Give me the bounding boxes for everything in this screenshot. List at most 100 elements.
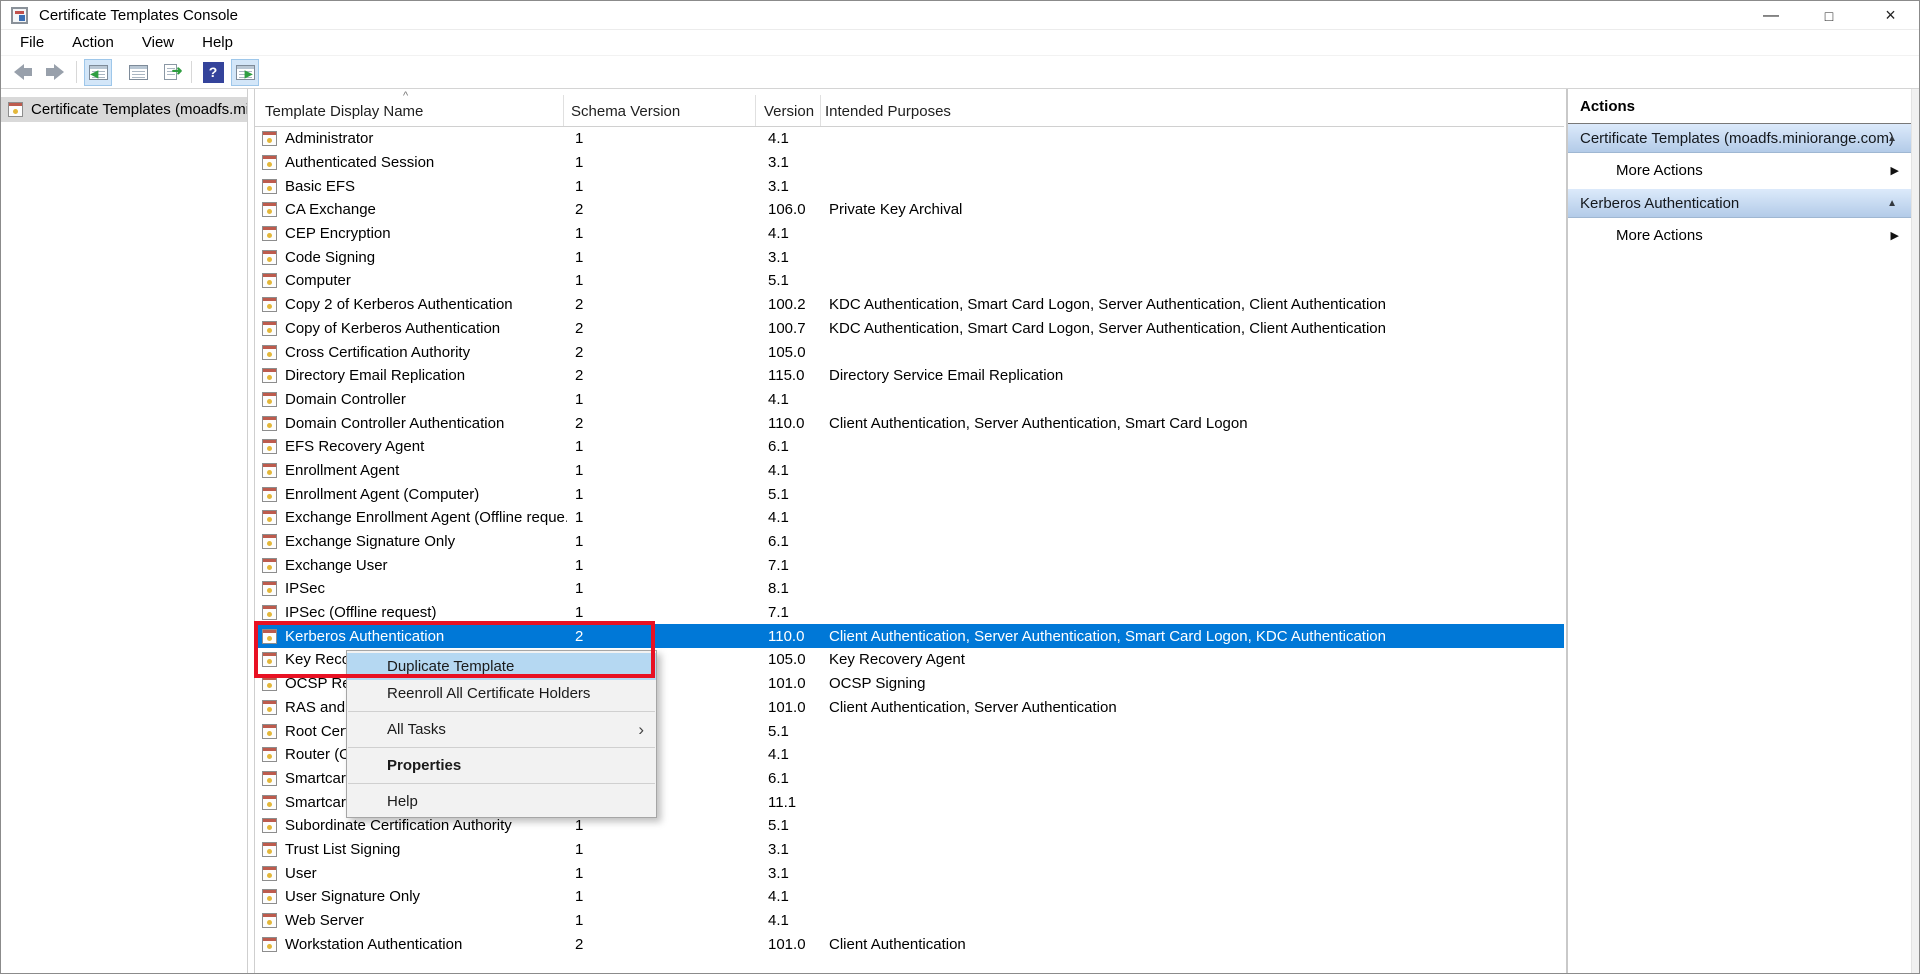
- actions-pane: Actions Certificate Templates (moadfs.mi…: [1566, 89, 1919, 973]
- row-version: 3.1: [763, 841, 826, 858]
- back-icon[interactable]: [9, 59, 37, 86]
- certificate-template-icon: [262, 392, 277, 407]
- maximize-button[interactable]: □: [1803, 1, 1855, 30]
- show-hide-action-pane-icon[interactable]: ▶: [231, 59, 259, 86]
- column-header-intended-purposes[interactable]: Intended Purposes: [825, 103, 951, 120]
- collapse-icon[interactable]: ▲: [1887, 124, 1897, 153]
- collapse-icon[interactable]: ▲: [1887, 189, 1897, 218]
- certificate-template-icon: [262, 866, 277, 881]
- certificate-template-icon: [262, 416, 277, 431]
- certificate-template-icon: [262, 179, 277, 194]
- close-button[interactable]: ×: [1861, 1, 1920, 30]
- actions-scrollbar[interactable]: [1911, 89, 1919, 973]
- certificate-template-icon: [262, 250, 277, 265]
- table-row[interactable]: Web Server14.1: [255, 909, 1564, 933]
- certificate-template-icon: [262, 368, 277, 383]
- tree-item-certificate-templates[interactable]: Certificate Templates (moadfs.mi: [1, 97, 247, 122]
- certificate-template-icon: [262, 629, 277, 644]
- row-template-name: CEP Encryption: [285, 225, 567, 242]
- properties-icon[interactable]: [124, 59, 152, 86]
- menu-separator: [348, 747, 655, 748]
- certificate-template-icon: [262, 487, 277, 502]
- column-header-schema-version[interactable]: Schema Version: [571, 103, 680, 120]
- menu-item-all-tasks[interactable]: All Tasks›: [347, 716, 656, 743]
- row-version: 4.1: [763, 912, 826, 929]
- table-row[interactable]: User Signature Only14.1: [255, 885, 1564, 909]
- row-version: 4.1: [763, 391, 826, 408]
- menu-view[interactable]: View: [128, 30, 188, 56]
- export-list-icon[interactable]: ➜: [156, 59, 184, 86]
- table-row[interactable]: Administrator14.1: [255, 127, 1564, 151]
- row-template-name: Cross Certification Authority: [285, 344, 567, 361]
- minimize-button[interactable]: —: [1745, 1, 1797, 30]
- list-header: ^ Template Display Name Schema Version V…: [255, 89, 1564, 127]
- actions-section-header-certificate-templates-moadfs-miniorange-com[interactable]: Certificate Templates (moadfs.miniorange…: [1568, 124, 1919, 153]
- row-version: 8.1: [763, 580, 826, 597]
- help-icon[interactable]: ?: [199, 59, 227, 86]
- row-version: 3.1: [763, 178, 826, 195]
- certificate-template-icon: [262, 155, 277, 170]
- table-row[interactable]: Enrollment Agent (Computer)15.1: [255, 482, 1564, 506]
- sort-ascending-icon: ^: [403, 90, 408, 102]
- column-divider[interactable]: [563, 95, 564, 126]
- certificate-template-icon: [262, 297, 277, 312]
- table-row[interactable]: EFS Recovery Agent16.1: [255, 435, 1564, 459]
- table-row[interactable]: Exchange User17.1: [255, 553, 1564, 577]
- table-row[interactable]: Kerberos Authentication2110.0Client Auth…: [255, 624, 1564, 648]
- table-row[interactable]: Domain Controller14.1: [255, 388, 1564, 412]
- row-schema-version: 1: [567, 509, 763, 526]
- forward-icon[interactable]: [41, 59, 69, 86]
- actions-section-header-kerberos-authentication[interactable]: Kerberos Authentication▲: [1568, 189, 1919, 218]
- table-row[interactable]: Cross Certification Authority2105.0: [255, 340, 1564, 364]
- menu-item-help[interactable]: Help: [347, 788, 656, 815]
- table-row[interactable]: Exchange Enrollment Agent (Offline reque…: [255, 506, 1564, 530]
- row-template-name: Basic EFS: [285, 178, 567, 195]
- column-header-version[interactable]: Version: [764, 103, 814, 120]
- table-row[interactable]: Computer15.1: [255, 269, 1564, 293]
- table-row[interactable]: Authenticated Session13.1: [255, 151, 1564, 175]
- table-row[interactable]: Basic EFS13.1: [255, 174, 1564, 198]
- certificate-template-icon: [262, 321, 277, 336]
- row-intended-purposes: Private Key Archival: [826, 201, 1564, 218]
- row-schema-version: 1: [567, 225, 763, 242]
- table-row[interactable]: CA Exchange2106.0Private Key Archival: [255, 198, 1564, 222]
- table-row[interactable]: Copy of Kerberos Authentication2100.7KDC…: [255, 317, 1564, 341]
- table-row[interactable]: Exchange Signature Only16.1: [255, 530, 1564, 554]
- menu-separator: [348, 711, 655, 712]
- table-row[interactable]: Code Signing13.1: [255, 245, 1564, 269]
- row-template-name: User Signature Only: [285, 888, 567, 905]
- table-row[interactable]: Domain Controller Authentication2110.0Cl…: [255, 411, 1564, 435]
- table-row[interactable]: Enrollment Agent14.1: [255, 459, 1564, 483]
- table-row[interactable]: IPSec (Offline request)17.1: [255, 601, 1564, 625]
- row-intended-purposes: Client Authentication: [826, 936, 1564, 953]
- menu-item-duplicate-template[interactable]: Duplicate Template: [347, 653, 656, 680]
- column-header-template-display-name[interactable]: Template Display Name: [265, 103, 423, 120]
- table-row[interactable]: Directory Email Replication2115.0Directo…: [255, 364, 1564, 388]
- row-version: 6.1: [763, 438, 826, 455]
- actions-item-more-actions[interactable]: More Actions▶: [1568, 218, 1919, 254]
- certificate-template-icon: [262, 463, 277, 478]
- row-template-name: Domain Controller: [285, 391, 567, 408]
- table-row[interactable]: Copy 2 of Kerberos Authentication2100.2K…: [255, 293, 1564, 317]
- menu-item-properties[interactable]: Properties: [347, 752, 656, 779]
- column-divider[interactable]: [755, 95, 756, 126]
- row-schema-version: 1: [567, 888, 763, 905]
- row-version: 115.0: [763, 367, 826, 384]
- row-schema-version: 2: [567, 628, 763, 645]
- menu-action[interactable]: Action: [58, 30, 128, 56]
- table-row[interactable]: Workstation Authentication2101.0Client A…: [255, 932, 1564, 956]
- table-row[interactable]: IPSec18.1: [255, 577, 1564, 601]
- actions-item-more-actions[interactable]: More Actions▶: [1568, 153, 1919, 189]
- table-row[interactable]: Trust List Signing13.1: [255, 838, 1564, 862]
- menu-file[interactable]: File: [6, 30, 58, 56]
- row-schema-version: 1: [567, 154, 763, 171]
- table-row[interactable]: User13.1: [255, 861, 1564, 885]
- row-version: 105.0: [763, 651, 826, 668]
- show-hide-console-tree-icon[interactable]: ◀: [84, 59, 112, 86]
- menu-item-reenroll-all-certificate-holders[interactable]: Reenroll All Certificate Holders: [347, 680, 656, 707]
- menu-help[interactable]: Help: [188, 30, 247, 56]
- table-row[interactable]: CEP Encryption14.1: [255, 222, 1564, 246]
- column-divider[interactable]: [820, 95, 821, 126]
- row-template-name: Directory Email Replication: [285, 367, 567, 384]
- tree-item-label: Certificate Templates (moadfs.mi: [31, 101, 247, 118]
